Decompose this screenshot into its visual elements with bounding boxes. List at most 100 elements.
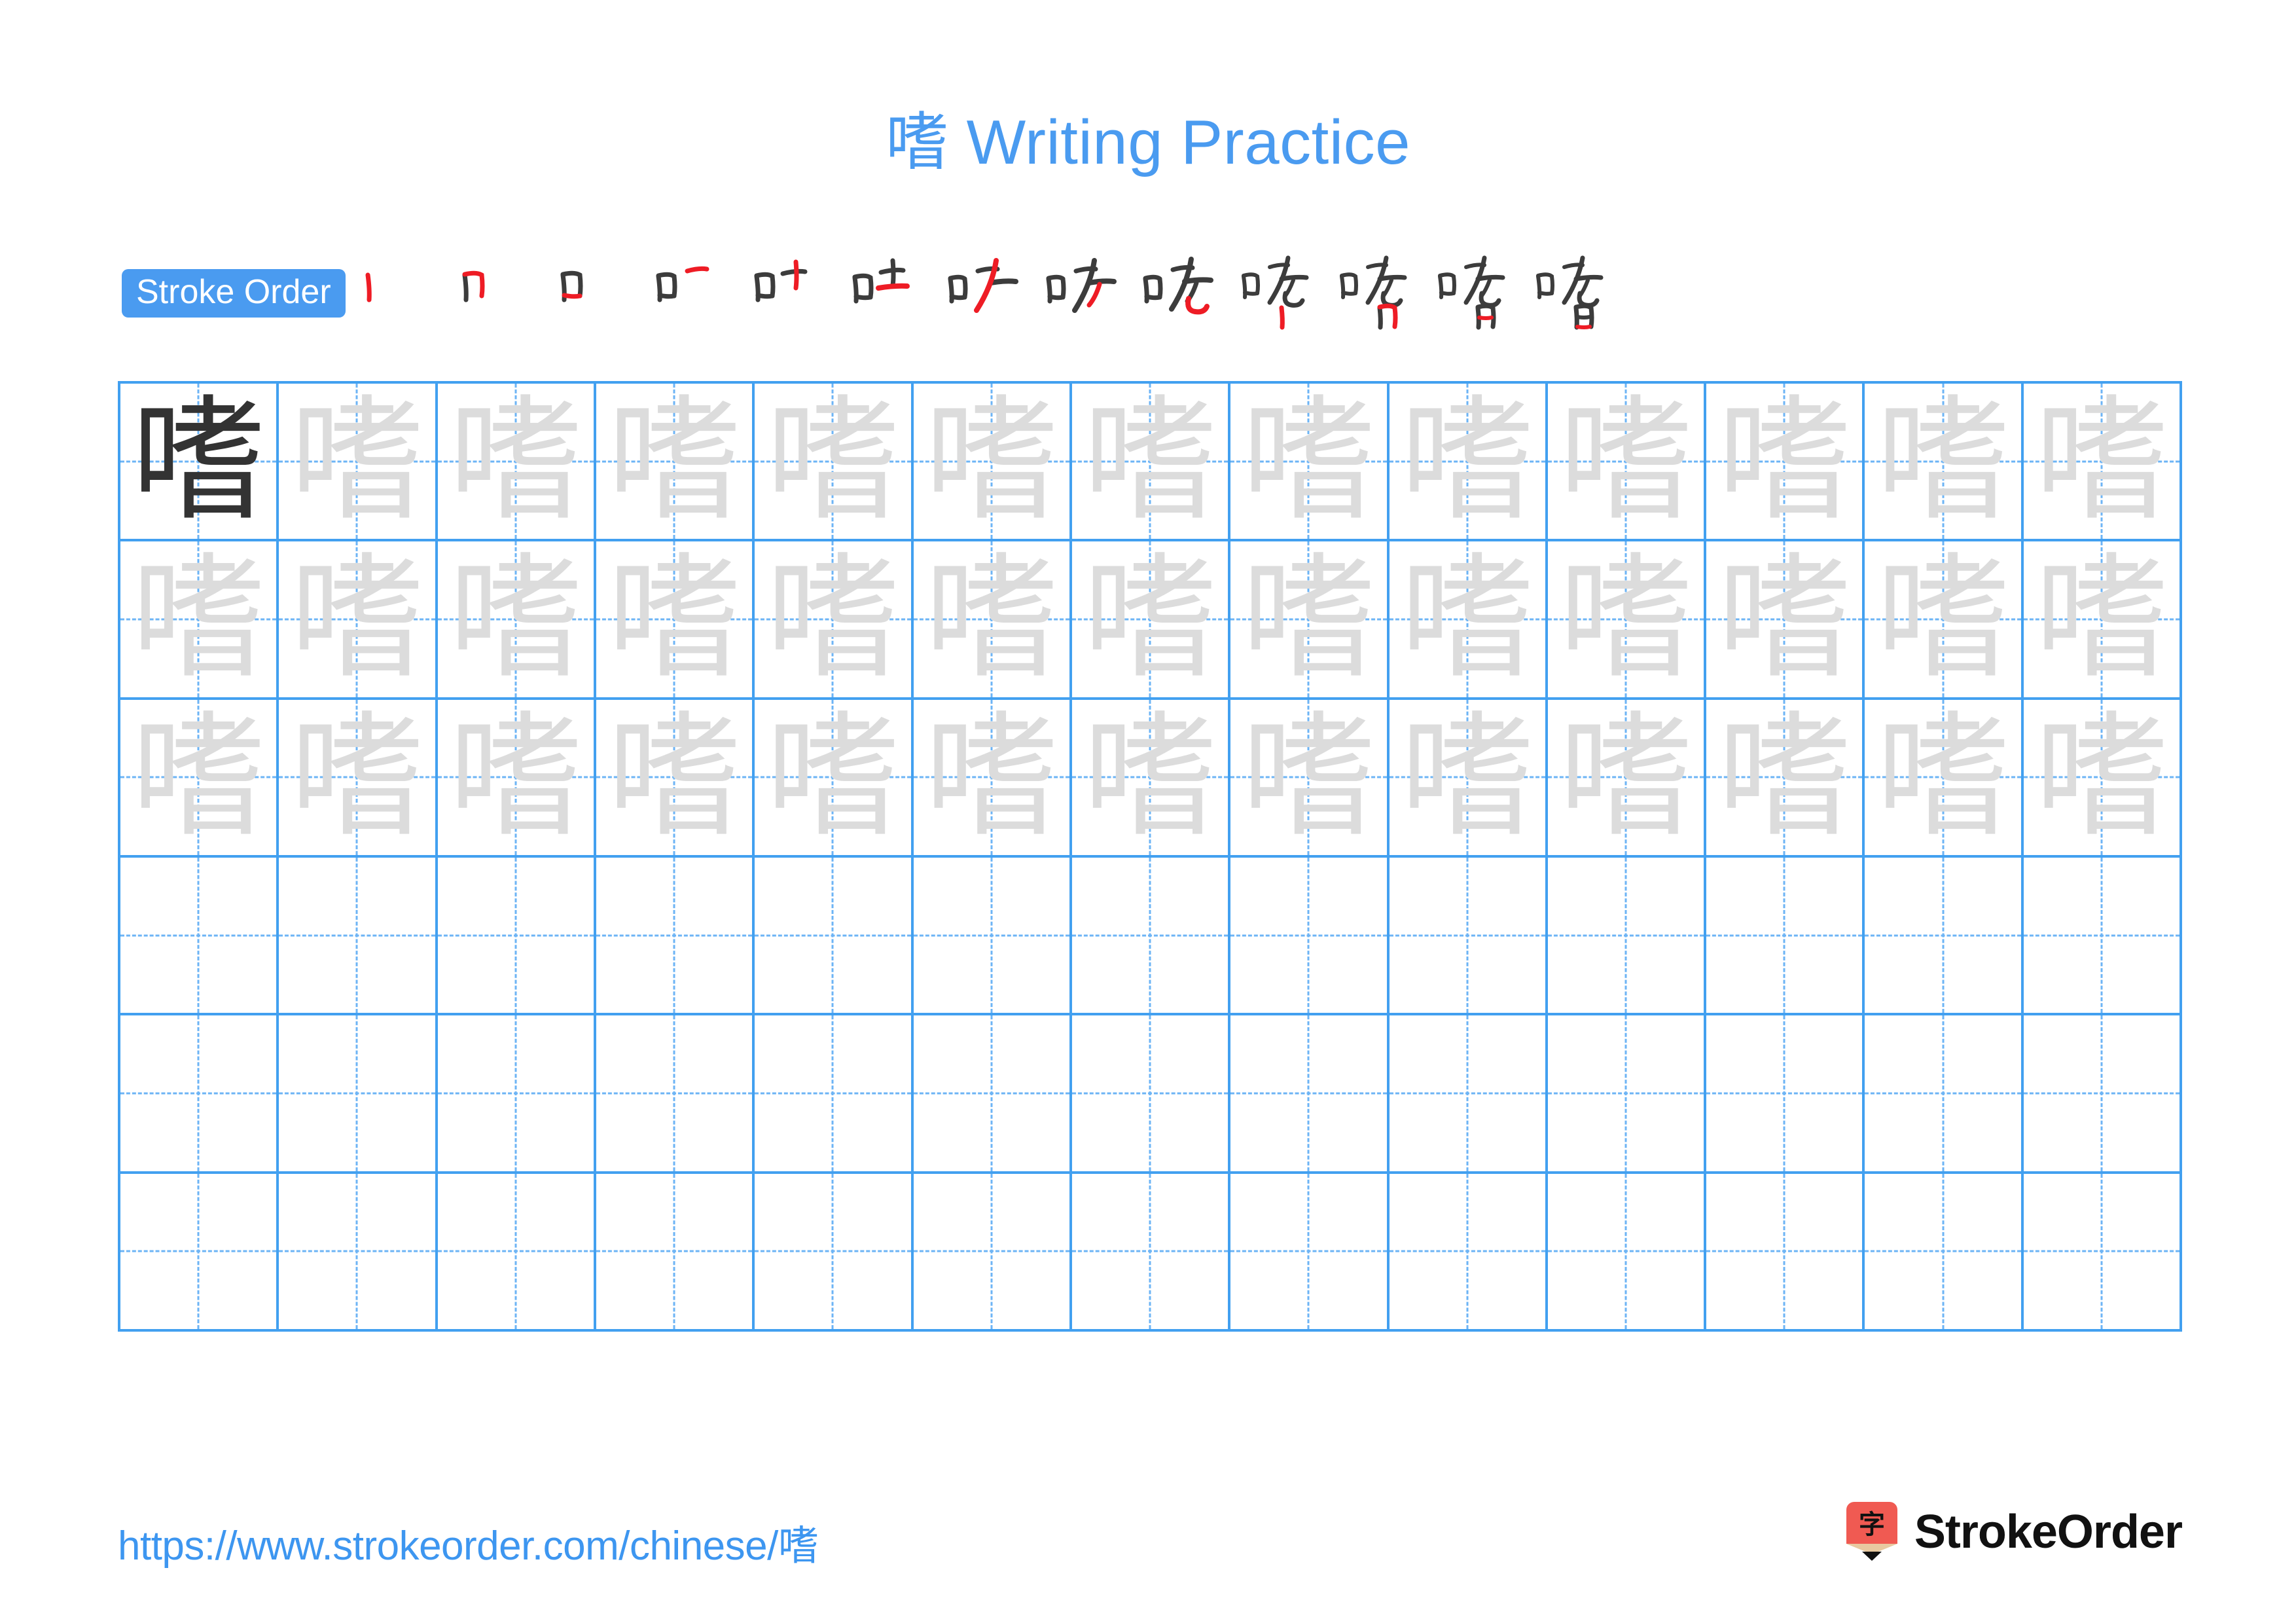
practice-cell-trace[interactable]: 嗜 xyxy=(1865,541,2024,700)
practice-cell-character: 嗜 xyxy=(924,541,1059,697)
practice-cell-character: 嗜 xyxy=(1241,384,1376,539)
practice-cell-character xyxy=(1548,1015,1704,1171)
practice-cell-blank[interactable] xyxy=(1230,857,1390,1016)
practice-cell-blank[interactable] xyxy=(279,1173,438,1332)
practice-cell-blank[interactable] xyxy=(120,1173,279,1332)
practice-cell-blank[interactable] xyxy=(279,857,438,1016)
practice-cell-trace[interactable]: 嗜 xyxy=(279,384,438,542)
practice-cell-trace[interactable]: 嗜 xyxy=(1389,541,1548,700)
footer-url[interactable]: https://www.strokeorder.com/chinese/嗜 xyxy=(118,1512,819,1571)
practice-cell-character xyxy=(1390,1015,1545,1171)
practice-cell-trace[interactable]: 嗜 xyxy=(2023,384,2183,542)
practice-cell-blank[interactable] xyxy=(1071,1173,1231,1332)
practice-cell-blank[interactable] xyxy=(913,1015,1072,1174)
practice-cell-trace[interactable]: 嗜 xyxy=(1389,699,1548,858)
practice-cell-trace[interactable]: 嗜 xyxy=(1547,699,1707,858)
practice-cell-trace[interactable]: 嗜 xyxy=(913,699,1072,858)
practice-cell-character xyxy=(1390,1174,1545,1329)
practice-cell-trace[interactable]: 嗜 xyxy=(279,541,438,700)
practice-cell-character xyxy=(120,1015,276,1171)
practice-cell-blank[interactable] xyxy=(437,1173,596,1332)
practice-cell-blank[interactable] xyxy=(1547,1015,1707,1174)
stroke-step-1 xyxy=(352,254,450,333)
practice-cell-trace[interactable]: 嗜 xyxy=(1230,699,1390,858)
practice-cell-character: 嗜 xyxy=(765,699,900,855)
practice-cell-trace[interactable]: 嗜 xyxy=(596,699,755,858)
practice-cell-blank[interactable] xyxy=(437,1015,596,1174)
practice-cell-character xyxy=(914,858,1069,1013)
practice-cell-blank[interactable] xyxy=(2023,857,2183,1016)
practice-cell-blank[interactable] xyxy=(1706,857,1865,1016)
practice-cell-blank[interactable] xyxy=(120,1015,279,1174)
practice-cell-blank[interactable] xyxy=(2023,1173,2183,1332)
practice-cell-trace[interactable]: 嗜 xyxy=(1230,384,1390,542)
practice-cell-character: 嗜 xyxy=(131,384,266,539)
practice-cell-trace[interactable]: 嗜 xyxy=(437,384,596,542)
footer-url-prefix: https://www.strokeorder.com/chinese/ xyxy=(118,1523,778,1569)
practice-cell-trace[interactable]: 嗜 xyxy=(1706,384,1865,542)
practice-cell-blank[interactable] xyxy=(596,1173,755,1332)
practice-cell-trace[interactable]: 嗜 xyxy=(913,384,1072,542)
practice-cell-blank[interactable] xyxy=(596,857,755,1016)
practice-cell-blank[interactable] xyxy=(1389,857,1548,1016)
practice-cell-trace[interactable]: 嗜 xyxy=(755,699,914,858)
practice-cell-trace[interactable]: 嗜 xyxy=(2023,699,2183,858)
page-title-character: 嗜 xyxy=(885,105,949,179)
practice-cell-character xyxy=(120,1174,276,1329)
practice-cell-trace[interactable]: 嗜 xyxy=(279,699,438,858)
practice-cell-character: 嗜 xyxy=(1083,541,1217,697)
practice-cell-blank[interactable] xyxy=(1547,857,1707,1016)
practice-cell-blank[interactable] xyxy=(2023,1015,2183,1174)
practice-cell-trace[interactable]: 嗜 xyxy=(437,699,596,858)
practice-cell-character xyxy=(1706,1015,1862,1171)
practice-cell-trace[interactable]: 嗜 xyxy=(596,541,755,700)
practice-cell-blank[interactable] xyxy=(755,1015,914,1174)
practice-cell-blank[interactable] xyxy=(120,857,279,1016)
practice-cell-trace[interactable]: 嗜 xyxy=(437,541,596,700)
practice-cell-trace[interactable]: 嗜 xyxy=(1865,699,2024,858)
practice-cell-character xyxy=(755,858,910,1013)
practice-cell-blank[interactable] xyxy=(596,1015,755,1174)
practice-cell-blank[interactable] xyxy=(1071,857,1231,1016)
practice-cell-trace[interactable]: 嗜 xyxy=(755,384,914,542)
practice-cell-blank[interactable] xyxy=(1230,1015,1390,1174)
practice-cell-trace[interactable]: 嗜 xyxy=(755,541,914,700)
practice-cell-blank[interactable] xyxy=(1706,1173,1865,1332)
practice-cell-blank[interactable] xyxy=(1071,1015,1231,1174)
practice-cell-blank[interactable] xyxy=(913,857,1072,1016)
practice-cell-blank[interactable] xyxy=(1389,1173,1548,1332)
brand-logo-group[interactable]: 字 StrokeOrder xyxy=(1844,1501,2183,1563)
practice-cell-trace[interactable]: 嗜 xyxy=(2023,541,2183,700)
practice-grid-row: 嗜嗜嗜嗜嗜嗜嗜嗜嗜嗜嗜嗜嗜 xyxy=(120,699,2183,858)
practice-cell-blank[interactable] xyxy=(1230,1173,1390,1332)
practice-cell-blank[interactable] xyxy=(755,1173,914,1332)
practice-cell-blank[interactable] xyxy=(1706,1015,1865,1174)
practice-cell-trace[interactable]: 嗜 xyxy=(596,384,755,542)
practice-cell-solid[interactable]: 嗜 xyxy=(120,384,279,542)
practice-cell-trace[interactable]: 嗜 xyxy=(1706,699,1865,858)
practice-cell-trace[interactable]: 嗜 xyxy=(1547,384,1707,542)
practice-cell-blank[interactable] xyxy=(755,857,914,1016)
practice-cell-blank[interactable] xyxy=(1547,1173,1707,1332)
practice-cell-blank[interactable] xyxy=(437,857,596,1016)
practice-cell-blank[interactable] xyxy=(913,1173,1072,1332)
practice-cell-trace[interactable]: 嗜 xyxy=(1865,384,2024,542)
practice-cell-character xyxy=(1548,1174,1704,1329)
practice-cell-blank[interactable] xyxy=(279,1015,438,1174)
practice-cell-blank[interactable] xyxy=(1865,1015,2024,1174)
practice-cell-trace[interactable]: 嗜 xyxy=(1071,699,1231,858)
practice-cell-trace[interactable]: 嗜 xyxy=(120,541,279,700)
practice-cell-trace[interactable]: 嗜 xyxy=(1230,541,1390,700)
practice-cell-trace[interactable]: 嗜 xyxy=(1547,541,1707,700)
practice-cell-trace[interactable]: 嗜 xyxy=(1389,384,1548,542)
practice-cell-character: 嗜 xyxy=(1083,384,1217,539)
practice-cell-trace[interactable]: 嗜 xyxy=(120,699,279,858)
practice-cell-blank[interactable] xyxy=(1865,857,2024,1016)
practice-cell-trace[interactable]: 嗜 xyxy=(1071,541,1231,700)
practice-cell-trace[interactable]: 嗜 xyxy=(1706,541,1865,700)
practice-cell-trace[interactable]: 嗜 xyxy=(913,541,1072,700)
stroke-step-5 xyxy=(745,254,843,333)
practice-cell-trace[interactable]: 嗜 xyxy=(1071,384,1231,542)
practice-cell-blank[interactable] xyxy=(1865,1173,2024,1332)
practice-cell-blank[interactable] xyxy=(1389,1015,1548,1174)
